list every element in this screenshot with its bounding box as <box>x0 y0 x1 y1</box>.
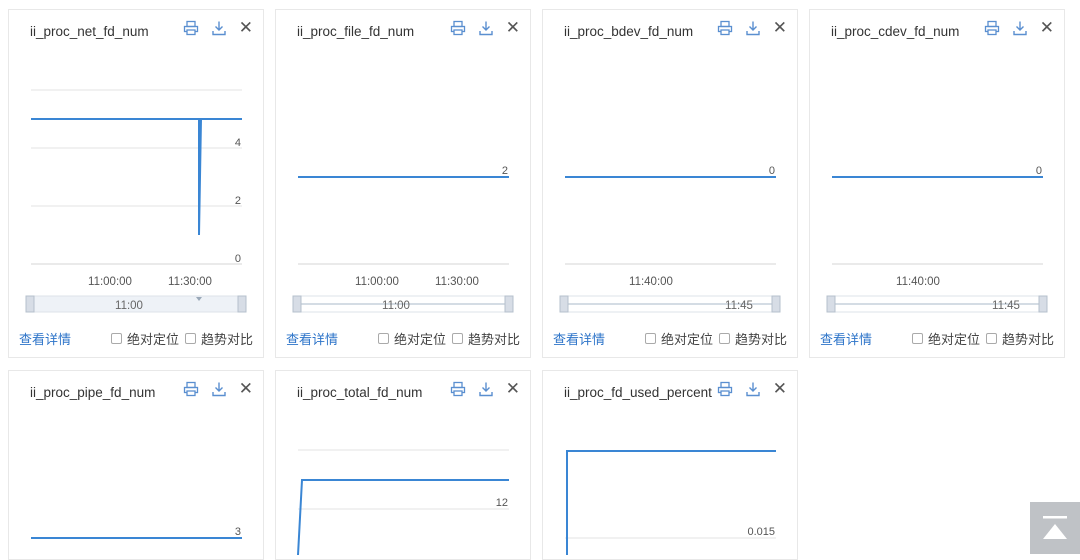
checkbox-label: 趋势对比 <box>200 331 253 347</box>
x-tick-label: 11:30:00 <box>168 276 212 288</box>
chart-net-fd: 4 2 0 11:00:00 11:30:00 11:00 <box>25 89 247 313</box>
y-tick-label: 3 <box>235 526 241 538</box>
x-tick-label: 11:30:00 <box>435 276 479 288</box>
panel-fd-used-percent: ii_proc_fd_used_percent ✕ 0.015 <box>542 370 798 560</box>
chart-total-fd: 12 <box>297 449 509 555</box>
checkbox-label: 绝对定位 <box>660 331 713 347</box>
absolute-position-checkbox[interactable]: 绝对定位 <box>377 329 446 348</box>
panel-footer: 查看详情 绝对定位 趋势对比 <box>820 328 1054 348</box>
panel-net-fd: ii_proc_net_fd_num ✕ 4 2 0 11:00:00 11:3… <box>8 9 264 358</box>
y-tick-label: 0 <box>1036 165 1042 177</box>
range-label: 11:00 <box>382 300 410 312</box>
y-tick-label: 2 <box>502 165 508 177</box>
y-tick-label: 12 <box>496 497 508 509</box>
y-tick-label: 0 <box>769 165 775 177</box>
chart-pipe-fd: 3 <box>31 526 242 539</box>
arrow-up-icon <box>1043 516 1067 539</box>
scroll-to-top-button[interactable] <box>1030 502 1080 554</box>
absolute-position-checkbox[interactable]: 绝对定位 <box>110 329 179 348</box>
checkbox-label: 绝对定位 <box>126 331 179 347</box>
checkbox-box[interactable] <box>377 332 389 344</box>
panel-footer: 查看详情 绝对定位 趋势对比 <box>553 328 787 348</box>
range-handle-right[interactable] <box>504 295 514 313</box>
x-tick-label: 11:00:00 <box>355 276 399 288</box>
y-tick-label: 0 <box>235 253 241 265</box>
series-line <box>297 479 509 555</box>
range-handle-left[interactable] <box>559 295 569 313</box>
checkbox-box[interactable] <box>644 332 656 344</box>
y-tick-label: 0.015 <box>747 526 775 538</box>
range-handle-right[interactable] <box>1038 295 1048 313</box>
chart-file-fd: 2 11:00:00 11:30:00 11:00 <box>292 165 514 313</box>
checkbox-box[interactable] <box>911 332 923 344</box>
x-tick-label: 11:40:00 <box>629 276 673 288</box>
panel-pipe-fd: ii_proc_pipe_fd_num ✕ 3 <box>8 370 264 560</box>
range-label: 11:00 <box>115 300 143 312</box>
x-tick-label: 11:00:00 <box>88 276 132 288</box>
checkbox-box[interactable] <box>451 332 463 344</box>
range-handle-right[interactable] <box>237 295 247 313</box>
checkbox-label: 绝对定位 <box>927 331 980 347</box>
panel-footer: 查看详情 绝对定位 趋势对比 <box>286 328 520 348</box>
checkbox-box[interactable] <box>985 332 997 344</box>
trend-compare-checkbox[interactable]: 趋势对比 <box>184 329 253 348</box>
chart-cdev-fd: 0 11:40:00 11:45 <box>826 165 1048 313</box>
view-details-link[interactable]: 查看详情 <box>286 329 338 348</box>
panel-file-fd: ii_proc_file_fd_num ✕ 2 11:00:00 11:30:0… <box>275 9 531 358</box>
view-details-link[interactable]: 查看详情 <box>19 329 71 348</box>
series-line <box>31 118 242 236</box>
trend-compare-checkbox[interactable]: 趋势对比 <box>451 329 520 348</box>
range-label: 11:45 <box>992 300 1020 312</box>
checkbox-label: 趋势对比 <box>734 331 787 347</box>
checkbox-label: 绝对定位 <box>393 331 446 347</box>
range-label: 11:45 <box>725 300 753 312</box>
panel-footer: 查看详情 绝对定位 趋势对比 <box>19 328 253 348</box>
series-line <box>566 450 776 555</box>
range-handle-left[interactable] <box>292 295 302 313</box>
checkbox-box[interactable] <box>718 332 730 344</box>
chart-fd-used-percent: 0.015 <box>565 450 776 555</box>
chart-bdev-fd: 0 11:40:00 11:45 <box>559 165 781 313</box>
checkbox-label: 趋势对比 <box>467 331 520 347</box>
trend-compare-checkbox[interactable]: 趋势对比 <box>985 329 1054 348</box>
view-details-link[interactable]: 查看详情 <box>820 329 872 348</box>
absolute-position-checkbox[interactable]: 绝对定位 <box>911 329 980 348</box>
range-handle-left[interactable] <box>826 295 836 313</box>
y-tick-label: 4 <box>235 137 241 149</box>
checkbox-box[interactable] <box>110 332 122 344</box>
trend-compare-checkbox[interactable]: 趋势对比 <box>718 329 787 348</box>
checkbox-box[interactable] <box>184 332 196 344</box>
panel-cdev-fd: ii_proc_cdev_fd_num ✕ 0 11:40:00 11:45 查… <box>809 9 1065 358</box>
range-handle-right[interactable] <box>771 295 781 313</box>
x-tick-label: 11:40:00 <box>896 276 940 288</box>
y-tick-label: 2 <box>235 195 241 207</box>
absolute-position-checkbox[interactable]: 绝对定位 <box>644 329 713 348</box>
checkbox-label: 趋势对比 <box>1001 331 1054 347</box>
panel-bdev-fd: ii_proc_bdev_fd_num ✕ 0 11:40:00 11:45 查… <box>542 9 798 358</box>
range-handle-left[interactable] <box>25 295 35 313</box>
panel-total-fd: ii_proc_total_fd_num ✕ 12 <box>275 370 531 560</box>
view-details-link[interactable]: 查看详情 <box>553 329 605 348</box>
